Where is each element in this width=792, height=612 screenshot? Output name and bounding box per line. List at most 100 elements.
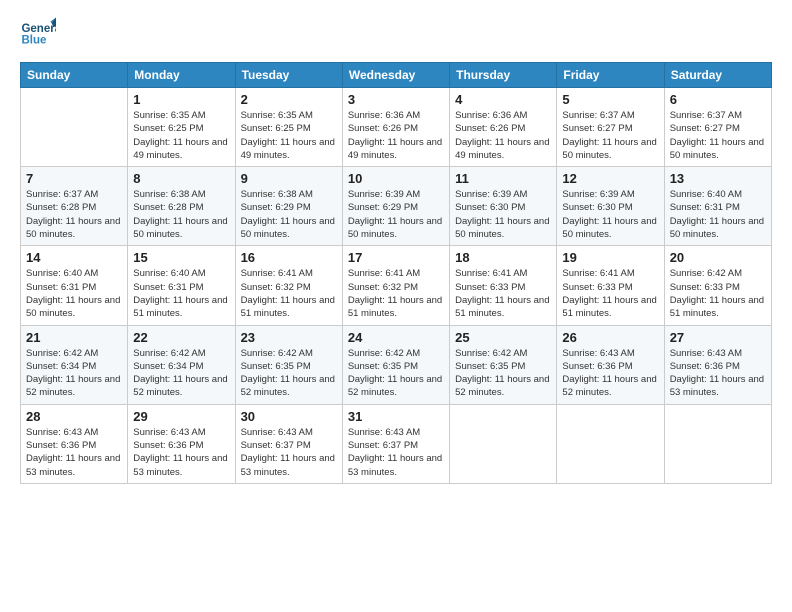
- calendar-cell: 10 Sunrise: 6:39 AMSunset: 6:29 PMDayligh…: [342, 167, 449, 246]
- calendar-cell: 31Sunrise: 6:43 AMSunset: 6:37 PMDayligh…: [342, 404, 449, 483]
- calendar-cell: 9Sunrise: 6:38 AMSunset: 6:29 PMDaylight…: [235, 167, 342, 246]
- day-info: Sunrise: 6:37 AMSunset: 6:27 PMDaylight:…: [562, 109, 658, 162]
- calendar-cell: 3 Sunrise: 6:36 AMSunset: 6:26 PMDaylight…: [342, 88, 449, 167]
- calendar-cell: 12 Sunrise: 6:39 AMSunset: 6:30 PMDayligh…: [557, 167, 664, 246]
- day-info: Sunrise: 6:43 AMSunset: 6:36 PMDaylight:…: [562, 347, 658, 400]
- calendar-week-row: 14 Sunrise: 6:40 AMSunset: 6:31 PMDayligh…: [21, 246, 772, 325]
- calendar-cell: 11 Sunrise: 6:39 AMSunset: 6:30 PMDayligh…: [450, 167, 557, 246]
- weekday-header: Saturday: [664, 63, 771, 88]
- day-number: 16: [241, 250, 337, 265]
- svg-text:Blue: Blue: [21, 34, 47, 46]
- logo: General Blue: [20, 16, 56, 52]
- day-info: Sunrise: 6:43 AMSunset: 6:36 PMDaylight:…: [133, 426, 229, 479]
- day-number: 5: [562, 92, 658, 107]
- calendar-cell: 8 Sunrise: 6:38 AMSunset: 6:28 PMDaylight…: [128, 167, 235, 246]
- day-info: Sunrise: 6:43 AMSunset: 6:37 PMDaylight:…: [348, 426, 444, 479]
- day-info: Sunrise: 6:41 AMSunset: 6:32 PMDaylight:…: [348, 267, 444, 320]
- day-number: 3: [348, 92, 444, 107]
- day-number: 19: [562, 250, 658, 265]
- day-number: 27: [670, 330, 766, 345]
- day-number: 20: [670, 250, 766, 265]
- weekday-header: Thursday: [450, 63, 557, 88]
- day-number: 2: [241, 92, 337, 107]
- header: General Blue: [20, 16, 772, 52]
- day-info: Sunrise: 6:37 AMSunset: 6:27 PMDaylight:…: [670, 109, 766, 162]
- day-number: 13: [670, 171, 766, 186]
- calendar-cell: 21 Sunrise: 6:42 AMSunset: 6:34 PMDayligh…: [21, 325, 128, 404]
- day-info: Sunrise: 6:40 AMSunset: 6:31 PMDaylight:…: [670, 188, 766, 241]
- calendar-cell: 28 Sunrise: 6:43 AMSunset: 6:36 PMDayligh…: [21, 404, 128, 483]
- day-info: Sunrise: 6:39 AMSunset: 6:30 PMDaylight:…: [455, 188, 551, 241]
- day-info: Sunrise: 6:42 AMSunset: 6:35 PMDaylight:…: [348, 347, 444, 400]
- weekday-header: Wednesday: [342, 63, 449, 88]
- calendar-cell: 25 Sunrise: 6:42 AMSunset: 6:35 PMDayligh…: [450, 325, 557, 404]
- day-number: 17: [348, 250, 444, 265]
- calendar-week-row: 1 Sunrise: 6:35 AMSunset: 6:25 PMDaylight…: [21, 88, 772, 167]
- day-number: 22: [133, 330, 229, 345]
- day-info: Sunrise: 6:35 AMSunset: 6:25 PMDaylight:…: [133, 109, 229, 162]
- day-info: Sunrise: 6:43 AMSunset: 6:36 PMDaylight:…: [26, 426, 122, 479]
- day-number: 26: [562, 330, 658, 345]
- svg-text:General: General: [21, 23, 56, 35]
- calendar-cell: 22Sunrise: 6:42 AMSunset: 6:34 PMDayligh…: [128, 325, 235, 404]
- calendar-cell: 5 Sunrise: 6:37 AMSunset: 6:27 PMDaylight…: [557, 88, 664, 167]
- day-number: 6: [670, 92, 766, 107]
- day-number: 4: [455, 92, 551, 107]
- day-number: 14: [26, 250, 122, 265]
- day-info: Sunrise: 6:39 AMSunset: 6:30 PMDaylight:…: [562, 188, 658, 241]
- day-info: Sunrise: 6:42 AMSunset: 6:35 PMDaylight:…: [241, 347, 337, 400]
- calendar-cell: [21, 88, 128, 167]
- day-number: 12: [562, 171, 658, 186]
- day-info: Sunrise: 6:42 AMSunset: 6:34 PMDaylight:…: [26, 347, 122, 400]
- calendar-week-row: 21 Sunrise: 6:42 AMSunset: 6:34 PMDayligh…: [21, 325, 772, 404]
- day-number: 11: [455, 171, 551, 186]
- day-number: 7: [26, 171, 122, 186]
- day-number: 21: [26, 330, 122, 345]
- calendar-cell: [450, 404, 557, 483]
- day-info: Sunrise: 6:43 AMSunset: 6:37 PMDaylight:…: [241, 426, 337, 479]
- day-info: Sunrise: 6:41 AMSunset: 6:33 PMDaylight:…: [562, 267, 658, 320]
- day-number: 1: [133, 92, 229, 107]
- calendar-cell: 20Sunrise: 6:42 AMSunset: 6:33 PMDayligh…: [664, 246, 771, 325]
- day-number: 24: [348, 330, 444, 345]
- calendar-cell: 19 Sunrise: 6:41 AMSunset: 6:33 PMDayligh…: [557, 246, 664, 325]
- calendar-cell: 15Sunrise: 6:40 AMSunset: 6:31 PMDayligh…: [128, 246, 235, 325]
- day-info: Sunrise: 6:40 AMSunset: 6:31 PMDaylight:…: [26, 267, 122, 320]
- day-number: 18: [455, 250, 551, 265]
- day-info: Sunrise: 6:37 AMSunset: 6:28 PMDaylight:…: [26, 188, 122, 241]
- calendar-cell: 6 Sunrise: 6:37 AMSunset: 6:27 PMDaylight…: [664, 88, 771, 167]
- day-number: 28: [26, 409, 122, 424]
- day-info: Sunrise: 6:40 AMSunset: 6:31 PMDaylight:…: [133, 267, 229, 320]
- calendar-cell: 7 Sunrise: 6:37 AMSunset: 6:28 PMDaylight…: [21, 167, 128, 246]
- calendar-cell: 14 Sunrise: 6:40 AMSunset: 6:31 PMDayligh…: [21, 246, 128, 325]
- day-number: 10: [348, 171, 444, 186]
- day-info: Sunrise: 6:42 AMSunset: 6:35 PMDaylight:…: [455, 347, 551, 400]
- calendar-cell: [664, 404, 771, 483]
- calendar-cell: 29Sunrise: 6:43 AMSunset: 6:36 PMDayligh…: [128, 404, 235, 483]
- day-info: Sunrise: 6:35 AMSunset: 6:25 PMDaylight:…: [241, 109, 337, 162]
- day-info: Sunrise: 6:38 AMSunset: 6:29 PMDaylight:…: [241, 188, 337, 241]
- weekday-header: Sunday: [21, 63, 128, 88]
- calendar-cell: 27 Sunrise: 6:43 AMSunset: 6:36 PMDayligh…: [664, 325, 771, 404]
- day-info: Sunrise: 6:38 AMSunset: 6:28 PMDaylight:…: [133, 188, 229, 241]
- day-info: Sunrise: 6:41 AMSunset: 6:32 PMDaylight:…: [241, 267, 337, 320]
- logo-icon: General Blue: [20, 16, 56, 52]
- page: General Blue SundayMondayTuesdayWednesda…: [0, 0, 792, 612]
- calendar-week-row: 28 Sunrise: 6:43 AMSunset: 6:36 PMDayligh…: [21, 404, 772, 483]
- day-info: Sunrise: 6:36 AMSunset: 6:26 PMDaylight:…: [348, 109, 444, 162]
- weekday-header: Friday: [557, 63, 664, 88]
- day-number: 8: [133, 171, 229, 186]
- day-number: 25: [455, 330, 551, 345]
- calendar: SundayMondayTuesdayWednesdayThursdayFrid…: [20, 62, 772, 484]
- calendar-cell: [557, 404, 664, 483]
- day-number: 30: [241, 409, 337, 424]
- calendar-cell: 18Sunrise: 6:41 AMSunset: 6:33 PMDayligh…: [450, 246, 557, 325]
- day-info: Sunrise: 6:39 AMSunset: 6:29 PMDaylight:…: [348, 188, 444, 241]
- calendar-cell: 30 Sunrise: 6:43 AMSunset: 6:37 PMDayligh…: [235, 404, 342, 483]
- calendar-cell: 16 Sunrise: 6:41 AMSunset: 6:32 PMDayligh…: [235, 246, 342, 325]
- calendar-cell: 17 Sunrise: 6:41 AMSunset: 6:32 PMDayligh…: [342, 246, 449, 325]
- calendar-cell: 26 Sunrise: 6:43 AMSunset: 6:36 PMDayligh…: [557, 325, 664, 404]
- day-number: 23: [241, 330, 337, 345]
- calendar-cell: 1 Sunrise: 6:35 AMSunset: 6:25 PMDaylight…: [128, 88, 235, 167]
- day-info: Sunrise: 6:43 AMSunset: 6:36 PMDaylight:…: [670, 347, 766, 400]
